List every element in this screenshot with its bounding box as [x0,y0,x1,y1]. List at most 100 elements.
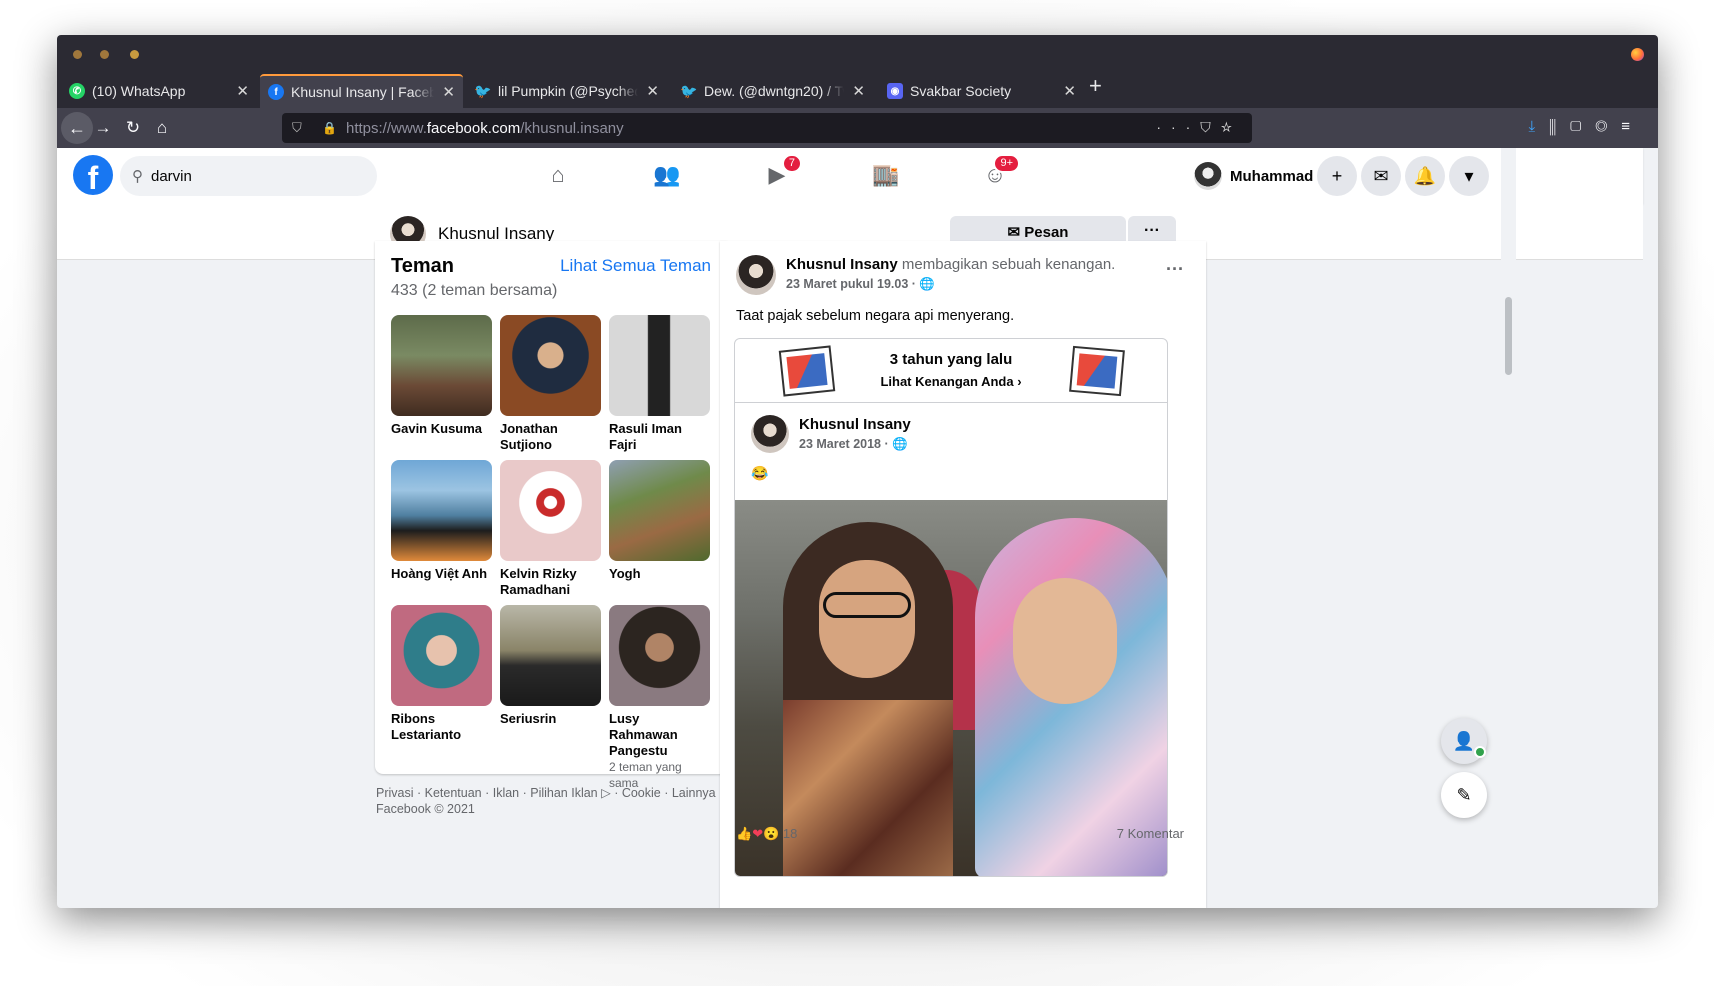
friend-photo[interactable] [391,460,492,561]
friend-item[interactable]: Kelvin Rizky Ramadhani [500,460,601,598]
minimize-window-button[interactable] [100,50,109,59]
url-path: /khusnul.insany [520,119,624,137]
new-tab-button[interactable]: + [1089,75,1102,97]
close-tab-icon[interactable]: ✕ [1063,82,1076,100]
friend-photo[interactable] [391,605,492,706]
reload-button[interactable]: ↻ [122,117,144,139]
close-tab-icon[interactable]: ✕ [646,82,659,100]
friend-name[interactable]: Ribons Lestarianto [391,711,492,743]
page-actions[interactable]: ···⛉☆ [1156,119,1242,136]
friend-item[interactable]: Jonathan Sutjiono [500,315,601,453]
tab-twitter-pumpkin[interactable]: 🐦 lil Pumpkin (@Psychedelic ✕ [467,74,667,108]
post-menu-icon[interactable]: ··· [1166,259,1184,280]
post-action: membagikan sebuah kenangan. [897,256,1116,273]
close-window-button[interactable] [73,50,82,59]
tab-twitter-dew[interactable]: 🐦 Dew. (@dwntgn20) / Twitter ✕ [673,74,873,108]
comments-count[interactable]: 7 Komentar [1117,826,1184,841]
post-photo[interactable] [735,500,1167,876]
friends-card: Teman Lihat Semua Teman 433 (2 teman ber… [375,241,727,790]
friends-count: 433 (2 teman bersama) [391,282,558,299]
url-bar[interactable]: ⛉ 🔒 https://www.facebook.com/khusnul.ins… [282,113,1252,143]
groups-nav-icon[interactable]: ☺ 9+ [980,154,1020,190]
lock-icon[interactable]: 🔒 [322,121,337,135]
friend-photo[interactable] [609,605,710,706]
tab-whatsapp[interactable]: ✆ (10) WhatsApp ✕ [61,74,257,108]
post-text: Taat pajak sebelum negara api menyerang. [736,308,1015,324]
friend-name[interactable]: Jonathan Sutjiono [500,421,601,453]
friend-name[interactable]: Rasuli Iman Fajri [609,421,710,453]
friend-item[interactable]: Rasuli Iman Fajri [609,315,710,453]
friend-photo[interactable] [500,315,601,416]
tab-facebook[interactable]: f Khusnul Insany | Facebook ✕ [260,74,463,108]
shared-author-name[interactable]: Khusnul Insany [799,416,911,433]
forward-button[interactable]: → [92,117,114,139]
friend-item[interactable]: Seriusrin [500,605,601,727]
close-tab-icon[interactable]: ✕ [442,83,455,101]
home-button[interactable]: ⌂ [151,117,173,139]
photo-person-left-face [819,560,915,678]
compose-icon: ✎ [1456,785,1472,805]
shared-author-avatar[interactable] [751,415,789,453]
marketplace-nav-icon[interactable]: 🏬 [871,162,901,190]
close-tab-icon[interactable]: ✕ [852,82,865,100]
facebook-header: f ⚲ ⌂ 👥 ▶7 🏬 ☺9+ Muhammad + ✉ 🔔 ▾ [57,148,1643,204]
love-reaction-icon: ❤ [752,826,764,841]
friend-photo[interactable] [391,315,492,416]
search-input[interactable] [151,167,351,185]
notifications-icon[interactable]: 🔔 [1405,156,1445,196]
photo-glasses [823,592,911,618]
person-icon: 👤 [1452,731,1476,751]
profile-chip[interactable]: Muhammad [1194,160,1313,192]
tab-discord[interactable]: ◉ Svakbar Society ✕ [879,74,1084,108]
friend-photo[interactable] [500,460,601,561]
friend-name[interactable]: Yogh [609,566,710,582]
friend-photo[interactable] [609,460,710,561]
url-prefix: https://www. [346,119,427,137]
search-box[interactable]: ⚲ [120,156,377,196]
reactions-summary[interactable]: 👍❤😮 18 [736,826,797,842]
scrollbar[interactable] [1501,148,1516,908]
friend-name[interactable]: Seriusrin [500,711,601,727]
friend-item[interactable]: Ribons Lestarianto [391,605,492,743]
close-tab-icon[interactable]: ✕ [236,82,249,100]
see-all-friends-link[interactable]: Lihat Semua Teman [560,256,711,276]
title-bar [57,35,1658,72]
online-status-dot [1474,746,1486,758]
friend-item[interactable]: Hoàng Việt Anh [391,460,492,582]
watch-nav-icon[interactable]: ▶ 7 [762,154,802,190]
create-button[interactable]: + [1317,156,1357,196]
friend-name[interactable]: Hoàng Việt Anh [391,566,492,582]
friend-photo[interactable] [500,605,601,706]
friend-item[interactable]: Gavin Kusuma [391,315,492,437]
friend-name[interactable]: Gavin Kusuma [391,421,492,437]
messenger-icon[interactable]: ✉ [1361,156,1401,196]
friend-item[interactable]: Lusy Rahmawan Pangestu 2 teman yang sama [609,605,710,791]
scrollbar-thumb[interactable] [1505,297,1512,375]
home-nav-icon[interactable]: ⌂ [543,162,573,190]
post-header: Khusnul Insany membagikan sebuah kenanga… [786,256,1115,273]
tab-label: Dew. (@dwntgn20) / Twitter [704,83,844,99]
toolbar-right-icons[interactable]: ⤓⫼▢◎≡ [1528,118,1644,135]
post-author-avatar[interactable] [736,255,776,295]
new-message-button[interactable]: ✎ [1441,772,1487,818]
messenger-icon: ✉ [1007,224,1025,241]
friends-nav-icon[interactable]: 👥 [652,162,682,190]
account-menu-icon[interactable]: ▾ [1449,156,1489,196]
memory-banner[interactable]: 3 tahun yang lalu Lihat Kenangan Anda › [735,339,1167,403]
post-author[interactable]: Khusnul Insany [786,256,898,273]
firefox-icon [1631,48,1644,61]
download-icon[interactable]: ⤓ [1528,118,1549,135]
post-date[interactable]: 23 Maret pukul 19.03 · 🌐 [786,277,935,292]
shared-post-date[interactable]: 23 Maret 2018 · 🌐 [799,437,908,452]
friend-name[interactable]: Lusy Rahmawan Pangestu [609,711,710,759]
friend-item[interactable]: Yogh [609,460,710,582]
friend-name[interactable]: Kelvin Rizky Ramadhani [500,566,601,598]
maximize-window-button[interactable] [130,50,139,59]
footer-links[interactable]: Privasi · Ketentuan · Iklan · Pilihan Ik… [376,785,728,817]
watch-badge: 7 [781,154,802,173]
tracking-shield-icon[interactable]: ⛉ [292,120,308,136]
back-button[interactable]: ← [61,112,93,144]
memory-card: 3 tahun yang lalu Lihat Kenangan Anda › … [734,338,1168,877]
friend-photo[interactable] [609,315,710,416]
facebook-logo[interactable]: f [73,155,113,195]
